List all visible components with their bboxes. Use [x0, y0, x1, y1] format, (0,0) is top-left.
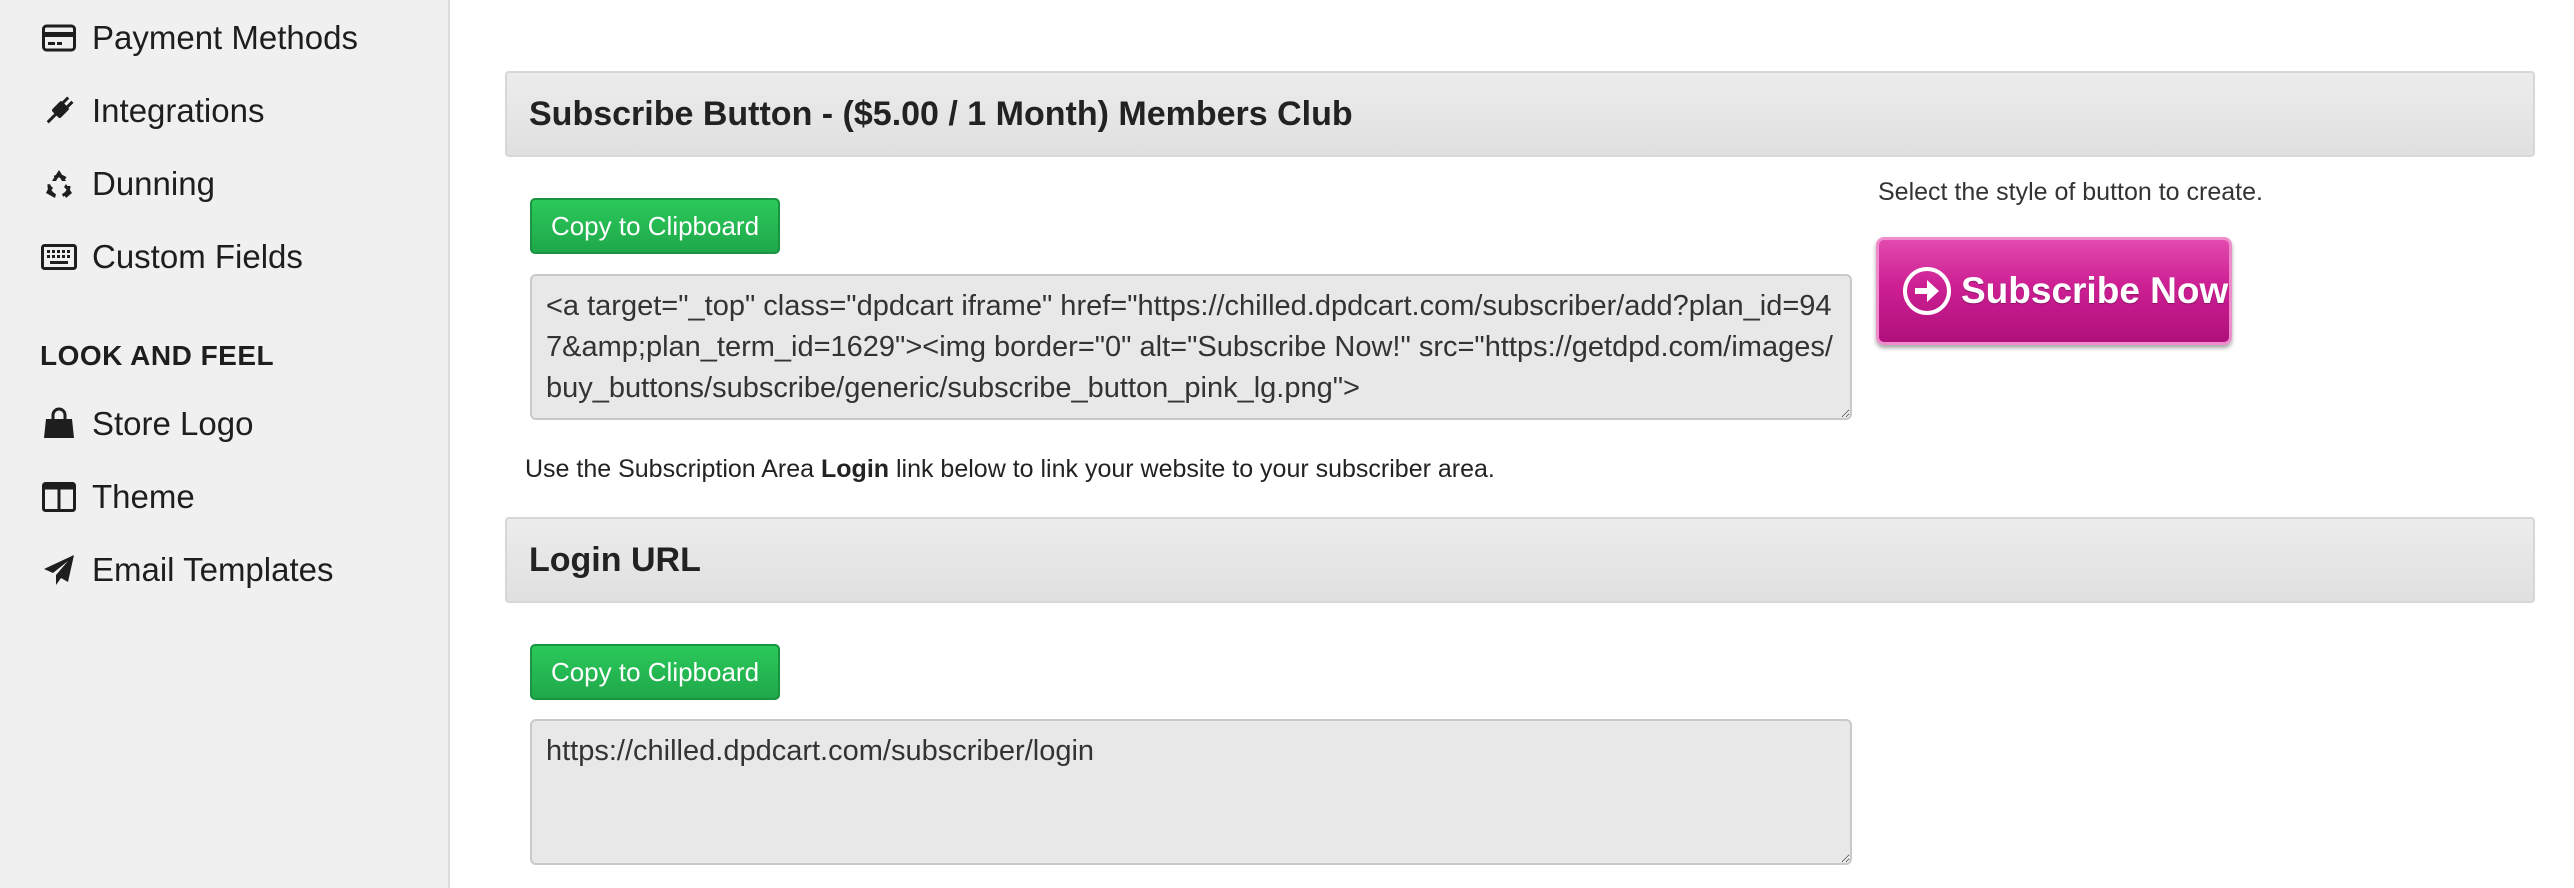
subscribe-now-label: Subscribe Now — [1961, 270, 2229, 311]
credit-card-icon — [40, 19, 78, 57]
login-url-panel-header: Login URL — [505, 517, 2535, 603]
sidebar-item-integrations[interactable]: Integrations — [40, 83, 264, 139]
copy-login-url-button[interactable]: Copy to Clipboard — [530, 644, 780, 700]
info-suffix: link below to link your website to your … — [889, 455, 1495, 483]
info-prefix: Use the Subscription Area — [525, 455, 821, 483]
sidebar-item-store-logo[interactable]: Store Logo — [40, 396, 253, 452]
keyboard-icon — [40, 238, 78, 276]
sidebar-item-payment-methods[interactable]: Payment Methods — [40, 10, 358, 66]
sidebar-item-theme[interactable]: Theme — [40, 469, 195, 525]
panel-title: Login URL — [529, 540, 701, 579]
shopping-bag-icon — [40, 405, 78, 443]
sidebar-item-label: Integrations — [92, 92, 265, 129]
sidebar-item-email-templates[interactable]: Email Templates — [40, 542, 334, 598]
button-style-hint: Select the style of button to create. — [1878, 178, 2263, 206]
section-heading-look-and-feel: LOOK AND FEEL — [40, 340, 275, 371]
recycle-icon — [40, 165, 78, 203]
columns-icon — [40, 478, 78, 516]
subscribe-now-button-preview[interactable]: Subscribe Now — [1876, 237, 2232, 345]
sidebar-item-label: Store Logo — [92, 405, 254, 442]
sidebar-item-label: Theme — [92, 478, 195, 515]
login-url-textarea[interactable]: https://chilled.dpdcart.com/subscriber/l… — [530, 719, 1852, 865]
subscribe-button-panel-header: Subscribe Button - ($5.00 / 1 Month) Mem… — [505, 71, 2535, 157]
sidebar-item-label: Custom Fields — [92, 238, 303, 275]
info-login-bold: Login — [821, 455, 890, 483]
panel-title: Subscribe Button - ($5.00 / 1 Month) Mem… — [529, 94, 1353, 133]
arrow-right-circle-icon — [1903, 267, 1951, 315]
plug-icon — [40, 92, 78, 130]
paper-plane-icon — [40, 551, 78, 589]
settings-sidebar: Payment Methods Integrations Dunning Cus… — [0, 0, 450, 888]
sidebar-item-label: Dunning — [92, 165, 215, 202]
sidebar-item-custom-fields[interactable]: Custom Fields — [40, 229, 303, 285]
sidebar-item-label: Payment Methods — [92, 19, 358, 56]
sidebar-item-dunning[interactable]: Dunning — [40, 156, 215, 212]
login-info-text: Use the Subscription Area Login link bel… — [525, 455, 1495, 484]
subscribe-code-textarea[interactable]: <a target="_top" class="dpdcart iframe" … — [530, 274, 1852, 420]
sidebar-item-label: Email Templates — [92, 551, 334, 588]
copy-to-clipboard-button[interactable]: Copy to Clipboard — [530, 198, 780, 254]
